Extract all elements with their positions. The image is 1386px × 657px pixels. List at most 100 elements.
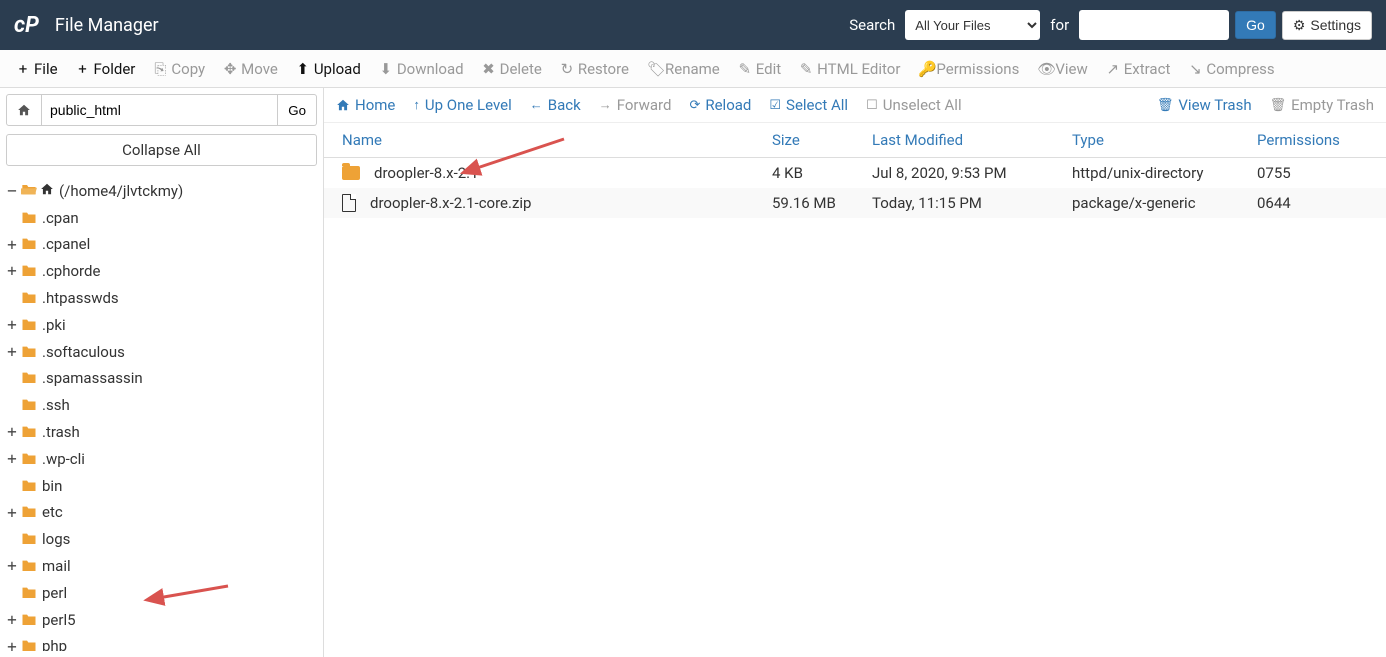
- edit-icon: ✎: [738, 60, 752, 78]
- path-go-button[interactable]: Go: [278, 94, 317, 126]
- gear-icon: ⚙: [1293, 17, 1306, 34]
- nav-view-trash[interactable]: 🗑View Trash: [1157, 96, 1252, 114]
- nav-empty-trash: 🗑Empty Trash: [1270, 96, 1374, 114]
- tree-item-label: php: [42, 635, 67, 651]
- folder-icon: [21, 475, 37, 498]
- file-table: Name Size Last Modified Type Permissions…: [324, 123, 1386, 218]
- tool-compress-label: Compress: [1206, 60, 1274, 78]
- tool-folder[interactable]: +Folder: [68, 56, 144, 82]
- nav-back[interactable]: ←Back: [530, 96, 581, 114]
- tree-item-cphorde[interactable]: +.cphorde: [6, 258, 317, 285]
- file-icon: [342, 194, 356, 212]
- tree-item-trash[interactable]: +.trash: [6, 419, 317, 446]
- col-size[interactable]: Size: [754, 123, 854, 158]
- expand-toggle-icon[interactable]: +: [6, 635, 18, 651]
- search-go-button[interactable]: Go: [1235, 11, 1276, 39]
- tree-item-wp-cli[interactable]: +.wp-cli: [6, 446, 317, 473]
- settings-button[interactable]: ⚙ Settings: [1282, 11, 1372, 40]
- tool-extract: ↗Extract: [1098, 56, 1179, 82]
- tree-item-ssh[interactable]: +.ssh: [6, 392, 317, 419]
- rename-icon: 🏷: [647, 60, 661, 78]
- spacer: +: [6, 527, 18, 552]
- tree-item-perl[interactable]: +perl: [6, 580, 317, 607]
- expand-toggle-icon[interactable]: +: [6, 447, 18, 472]
- tree-item-mail[interactable]: +mail: [6, 553, 317, 580]
- expand-toggle-icon[interactable]: +: [6, 340, 18, 365]
- file-name: droopler-8.x-2.1-core.zip: [370, 194, 531, 212]
- left-arrow-icon: ←: [530, 97, 543, 113]
- tree-item-softaculous[interactable]: + .softaculous: [6, 339, 317, 366]
- nav-unselect-all: ☐Unselect All: [866, 96, 962, 114]
- reload-icon: ⟳: [689, 98, 700, 113]
- file-type: package/x-generic: [1054, 188, 1239, 218]
- tree-item-label: .softaculous: [42, 341, 125, 364]
- permissions-icon: 🔑: [918, 60, 932, 78]
- tree-item-label: .cpanel: [42, 233, 90, 256]
- expand-toggle-icon[interactable]: +: [6, 259, 18, 284]
- main-toolbar: +File+Folder⎘Copy✥Move⬆Upload⬇Download✖D…: [0, 50, 1386, 88]
- tree-item-label: logs: [42, 528, 70, 551]
- nav-home[interactable]: Home: [336, 96, 395, 114]
- path-input[interactable]: [42, 94, 278, 126]
- tree-root-label: (/home4/jlvtckmy): [59, 180, 183, 203]
- folder-icon: [21, 394, 37, 417]
- tree-item-spamassassin[interactable]: +.spamassassin: [6, 366, 317, 393]
- col-modified[interactable]: Last Modified: [854, 123, 1054, 158]
- collapse-toggle-icon[interactable]: −: [6, 179, 18, 204]
- tool-file[interactable]: +File: [8, 56, 66, 82]
- file-size: 59.16 MB: [754, 188, 854, 218]
- tool-edit: ✎Edit: [730, 56, 789, 82]
- col-permissions[interactable]: Permissions: [1239, 123, 1386, 158]
- expand-toggle-icon[interactable]: +: [6, 608, 18, 633]
- folder-icon: [21, 314, 37, 337]
- search-input[interactable]: [1079, 10, 1229, 40]
- view-icon: 👁: [1037, 60, 1051, 78]
- search-scope-select[interactable]: All Your Files: [905, 10, 1040, 40]
- folder-icon: [21, 287, 37, 310]
- tree-root[interactable]: − (/home4/jlvtckmy): [6, 178, 317, 205]
- tree-item-htpasswds[interactable]: +.htpasswds: [6, 285, 317, 312]
- settings-button-label: Settings: [1310, 17, 1361, 33]
- delete-icon: ✖: [482, 60, 496, 78]
- tree-item-label: perl5: [42, 609, 76, 632]
- collapse-all-button[interactable]: Collapse All: [6, 134, 317, 166]
- expand-toggle-icon[interactable]: +: [6, 420, 18, 445]
- tree-item-etc[interactable]: +etc: [6, 500, 317, 527]
- tree-item-cpanel[interactable]: + .cpanel: [6, 232, 317, 259]
- expand-toggle-icon[interactable]: +: [6, 233, 18, 258]
- tree-item-pki[interactable]: +.pki: [6, 312, 317, 339]
- copy-icon: ⎘: [153, 60, 167, 78]
- tool-folder-label: Folder: [94, 60, 136, 78]
- nav-select-all[interactable]: ☑Select All: [769, 96, 848, 114]
- tree-item-logs[interactable]: + logs: [6, 526, 317, 553]
- spacer: +: [6, 581, 18, 606]
- file-modified: Jul 8, 2020, 9:53 PM: [854, 158, 1054, 189]
- right-arrow-icon: →: [599, 97, 612, 113]
- folder-icon: [21, 609, 37, 632]
- expand-toggle-icon[interactable]: +: [6, 554, 18, 579]
- home-folder-button[interactable]: [6, 94, 42, 126]
- nav-reload[interactable]: ⟳Reload: [689, 96, 751, 114]
- tool-restore-label: Restore: [578, 60, 629, 78]
- col-name[interactable]: Name: [324, 123, 754, 158]
- for-label: for: [1050, 16, 1069, 34]
- spacer: +: [6, 367, 18, 392]
- tree-item-cpan[interactable]: +.cpan: [6, 205, 317, 232]
- spacer: +: [6, 206, 18, 231]
- col-type[interactable]: Type: [1054, 123, 1239, 158]
- tool-upload[interactable]: ⬆Upload: [288, 56, 369, 82]
- tree-item-php[interactable]: + php: [6, 634, 317, 651]
- tree-item-label: bin: [42, 475, 62, 498]
- folder-icon: [342, 166, 360, 180]
- nav-up-one-level[interactable]: ↑Up One Level: [413, 96, 511, 114]
- expand-toggle-icon[interactable]: +: [6, 313, 18, 338]
- table-row[interactable]: droopler-8.x-2.1-core.zip59.16 MBToday, …: [324, 188, 1386, 218]
- tool-html-editor-label: HTML Editor: [817, 60, 900, 78]
- home-icon: [40, 180, 54, 203]
- tree-item-bin[interactable]: +bin: [6, 473, 317, 500]
- move-icon: ✥: [223, 60, 237, 78]
- table-row[interactable]: droopler-8.x-2.14 KBJul 8, 2020, 9:53 PM…: [324, 158, 1386, 189]
- expand-toggle-icon[interactable]: +: [6, 501, 18, 526]
- tree-item-perl5[interactable]: + perl5: [6, 607, 317, 634]
- search-label: Search: [849, 16, 895, 34]
